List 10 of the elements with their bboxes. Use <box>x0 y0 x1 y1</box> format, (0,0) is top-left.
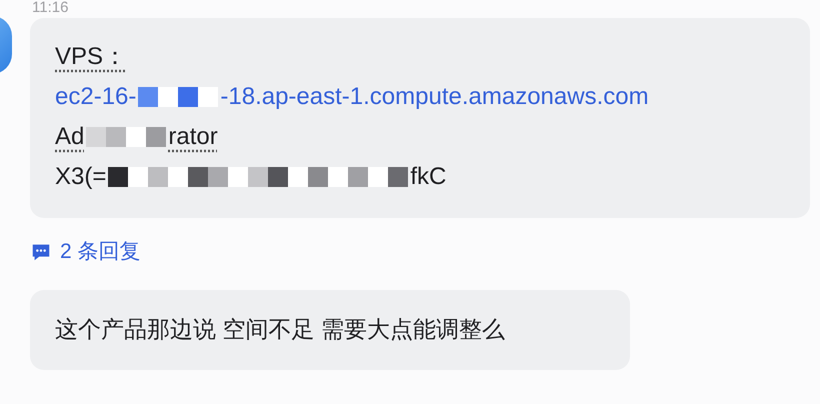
message-text: VPS： <box>55 42 128 72</box>
message-text: fkC <box>410 162 446 192</box>
message-text: Ad <box>55 122 84 152</box>
message-time: 11:16 <box>32 0 68 16</box>
message-text: X3(= <box>55 162 106 192</box>
link-text[interactable]: ec2-16- <box>55 82 136 112</box>
link-text[interactable]: -18.ap-east-1.compute.amazonaws.com <box>220 82 649 112</box>
message-text: rator <box>168 122 218 152</box>
replies-link[interactable]: 2 条回复 <box>30 236 820 268</box>
message-text: 这个产品那边说 空间不足 需要大点能调整么 <box>55 315 505 344</box>
